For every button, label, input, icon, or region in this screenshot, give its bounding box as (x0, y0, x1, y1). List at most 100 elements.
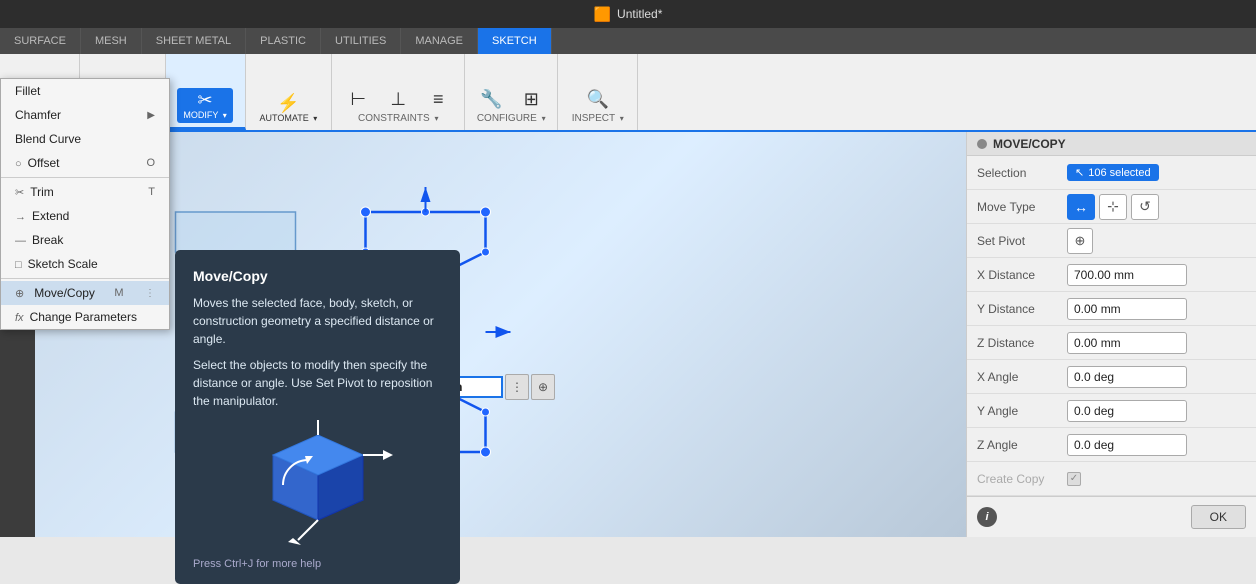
menu-change-params[interactable]: fxChange Parameters (1, 305, 169, 329)
right-panel-title: MOVE/COPY (993, 137, 1066, 151)
x-angle-row: X Angle (967, 360, 1256, 394)
modify-dropdown: Fillet Chamfer ▶ Blend Curve ○Offset O ✂… (0, 78, 170, 330)
x-angle-label: X Angle (977, 370, 1067, 384)
constraints-btn2[interactable]: ⊥ (380, 87, 416, 111)
y-distance-label: Y Distance (977, 302, 1067, 316)
info-icon[interactable]: i (977, 507, 997, 527)
move-type-translate-btn[interactable]: ↔ (1067, 194, 1095, 220)
x-distance-value (1067, 264, 1246, 286)
cube-container (193, 420, 442, 550)
selection-row: Selection ↖ 106 selected (967, 156, 1256, 190)
app-icon: 🟧 (594, 6, 611, 23)
set-pivot-value: ⊕ (1067, 228, 1246, 254)
tab-utilities[interactable]: UTILITIES (321, 28, 401, 54)
x-angle-value (1067, 366, 1246, 388)
x-distance-label: X Distance (977, 268, 1067, 282)
configure-group: 🔧 ⊞ CONFIGURE ▾ (465, 54, 558, 130)
move-type-rotate-btn[interactable]: ↺ (1131, 194, 1159, 220)
z-distance-value (1067, 332, 1246, 354)
input-options-btn[interactable]: ⋮ (505, 374, 529, 400)
ok-button[interactable]: OK (1191, 505, 1246, 529)
menu-trim[interactable]: ✂Trim T (1, 180, 169, 204)
constraints-group: ⊢ ⊥ ≡ CONSTRAINTS ▾ (332, 54, 465, 130)
move-type-row: Move Type ↔ ⊹ ↺ (967, 190, 1256, 224)
constraints-btn3[interactable]: ≡ (420, 87, 456, 111)
x-angle-input[interactable] (1067, 366, 1187, 388)
modify-btn[interactable]: ✂ MODIFY ▾ (177, 88, 232, 123)
x-distance-input[interactable] (1067, 264, 1187, 286)
offset-icon: ○ (15, 158, 22, 170)
y-angle-row: Y Angle (967, 394, 1256, 428)
y-distance-value (1067, 298, 1246, 320)
set-pivot-btn[interactable]: ⊕ (1067, 228, 1093, 254)
z-distance-row: Z Distance (967, 326, 1256, 360)
tooltip-title: Move/Copy (193, 268, 442, 284)
create-copy-value: ✓ (1067, 472, 1246, 486)
selection-label: Selection (977, 166, 1067, 180)
ribbon-toolbar: ⊞ MESH 🔲 SHEET METAL ✂ (0, 54, 1256, 132)
y-angle-value (1067, 400, 1246, 422)
right-panel-header: MOVE/COPY (967, 132, 1256, 156)
menu-move-copy[interactable]: ⊕ Move/Copy M ⋮ (1, 281, 169, 305)
dropdown-divider1 (1, 177, 169, 178)
right-panel: MOVE/COPY Selection ↖ 106 selected Move … (966, 132, 1256, 537)
menu-chamfer[interactable]: Chamfer ▶ (1, 103, 169, 127)
trim-icon: ✂ (15, 187, 24, 199)
tab-sketch[interactable]: SKETCH (478, 28, 552, 54)
tooltip-box: Move/Copy Moves the selected face, body,… (175, 250, 460, 584)
automate-group: ⚡ AUTOMATE ▾ (246, 54, 333, 130)
menu-break[interactable]: —Break (1, 228, 169, 252)
z-distance-label: Z Distance (977, 336, 1067, 350)
tooltip-body1: Moves the selected face, body, sketch, o… (193, 294, 442, 348)
configure-btn1[interactable]: 🔧 (473, 87, 509, 111)
z-angle-row: Z Angle (967, 428, 1256, 462)
modify-group: ✂ MODIFY ▾ (166, 54, 246, 130)
selection-count: 106 selected (1088, 167, 1150, 179)
menu-blend-curve[interactable]: Blend Curve (1, 127, 169, 151)
right-panel-footer: i OK (967, 496, 1256, 537)
configure-btn2[interactable]: ⊞ (513, 87, 549, 111)
cursor-icon: ↖ (1075, 166, 1084, 179)
y-distance-input[interactable] (1067, 298, 1187, 320)
selection-badge[interactable]: ↖ 106 selected (1067, 164, 1159, 181)
move-type-point-btn[interactable]: ⊹ (1099, 194, 1127, 220)
z-angle-input[interactable] (1067, 434, 1187, 456)
constraints-label: CONSTRAINTS ▾ (358, 113, 438, 126)
automate-btn[interactable]: ⚡ AUTOMATE ▾ (254, 91, 324, 126)
set-pivot-label: Set Pivot (977, 234, 1067, 248)
selection-value: ↖ 106 selected (1067, 164, 1246, 181)
fx-icon: fx (15, 312, 24, 324)
tab-surface[interactable]: SURFACE (0, 28, 81, 54)
set-pivot-row: Set Pivot ⊕ (967, 224, 1256, 258)
app-title: Untitled* (617, 7, 662, 21)
constraints-btn1[interactable]: ⊢ (340, 87, 376, 111)
extend-icon: → (15, 211, 26, 223)
tooltip-hint: Press Ctrl+J for more help (193, 558, 442, 570)
menu-offset[interactable]: ○Offset O (1, 151, 169, 175)
inspect-group: 🔍 INSPECT ▾ (558, 54, 638, 130)
y-angle-label: Y Angle (977, 404, 1067, 418)
z-angle-label: Z Angle (977, 438, 1067, 452)
header-dot (977, 139, 987, 149)
ribbon-tabs: SURFACE MESH SHEET METAL PLASTIC UTILITI… (0, 28, 1256, 54)
move-type-value: ↔ ⊹ ↺ (1067, 194, 1246, 220)
title-bar: 🟧 Untitled* (0, 0, 1256, 28)
z-distance-input[interactable] (1067, 332, 1187, 354)
menu-extend[interactable]: →Extend (1, 204, 169, 228)
input-expand-btn[interactable]: ⊕ (531, 374, 555, 400)
menu-sketch-scale[interactable]: □Sketch Scale (1, 252, 169, 276)
break-icon: — (15, 235, 26, 247)
y-angle-input[interactable] (1067, 400, 1187, 422)
tab-plastic[interactable]: PLASTIC (246, 28, 321, 54)
menu-fillet[interactable]: Fillet (1, 79, 169, 103)
sketch-scale-icon: □ (15, 259, 22, 271)
create-copy-checkbox[interactable]: ✓ (1067, 472, 1081, 486)
tab-mesh[interactable]: MESH (81, 28, 142, 54)
inspect-btn[interactable]: 🔍 (580, 87, 616, 111)
tab-manage[interactable]: MANAGE (401, 28, 478, 54)
tab-sheet-metal[interactable]: SHEET METAL (142, 28, 246, 54)
y-distance-row: Y Distance (967, 292, 1256, 326)
move-type-label: Move Type (977, 200, 1067, 214)
z-angle-value (1067, 434, 1246, 456)
configure-label: CONFIGURE ▾ (477, 113, 546, 126)
